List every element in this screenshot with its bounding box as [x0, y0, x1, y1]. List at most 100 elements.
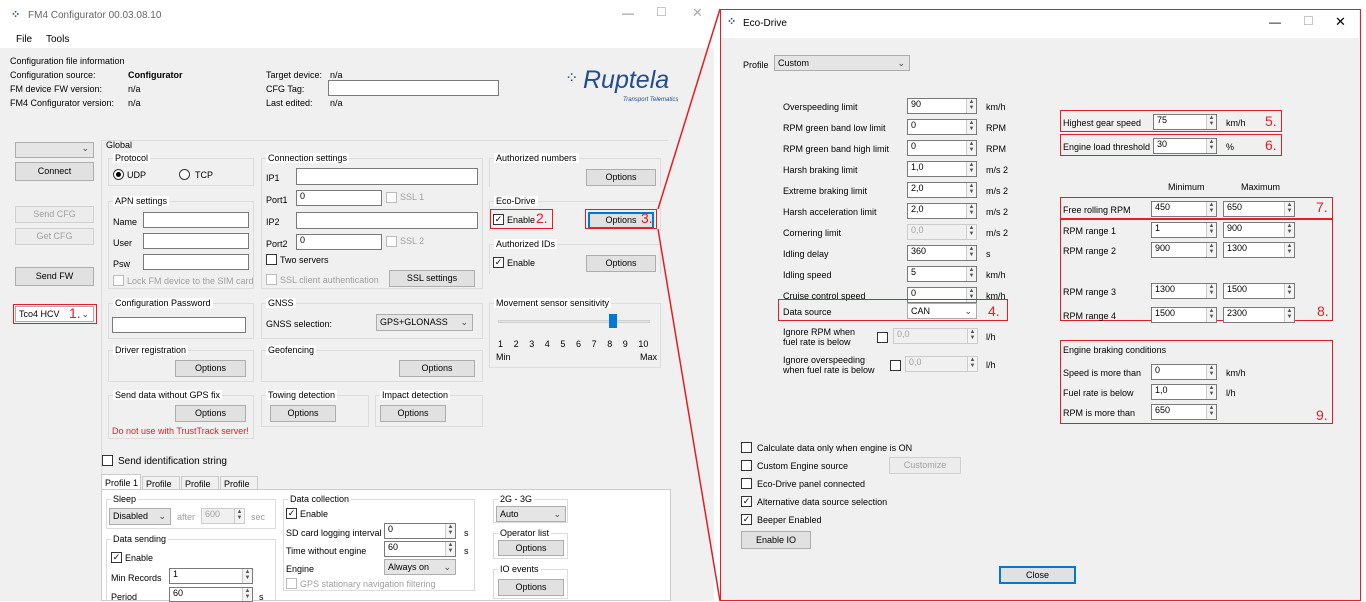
spin-icon[interactable]: ▲ ▼ — [1284, 284, 1294, 298]
rpm-range-2-min-input[interactable]: 900 ▲ ▼ — [1151, 242, 1217, 258]
net-select[interactable]: Auto ⌄ — [496, 506, 566, 522]
spin-icon[interactable]: ▲ ▼ — [1206, 115, 1216, 129]
ssl-auth-checkbox[interactable] — [266, 274, 277, 285]
rpm-range-3-max-input[interactable]: 1500 ▲ ▼ — [1223, 283, 1295, 299]
ssl-settings-button[interactable]: SSL settings — [389, 270, 475, 287]
tab-profile-2[interactable]: Profile 2 — [142, 476, 180, 499]
impact-options-button[interactable]: Options — [380, 405, 446, 422]
send-identification-checkbox[interactable] — [102, 455, 113, 466]
spin-icon[interactable]: ▲ ▼ — [966, 204, 976, 218]
lock-sim-checkbox[interactable] — [113, 275, 124, 286]
beeper-checkbox[interactable]: ✓ — [741, 514, 752, 525]
engine-select[interactable]: Always on ⌄ — [384, 559, 456, 575]
spin-icon[interactable]: ▲ ▼ — [1206, 405, 1216, 419]
tab-profile-3[interactable]: Profile 3 — [181, 476, 219, 499]
config-password-input[interactable] — [112, 317, 246, 333]
sleep-after-input[interactable]: 600 ▲ ▼ — [201, 508, 245, 524]
ip1-input[interactable] — [296, 168, 478, 185]
apn-user-input[interactable] — [143, 233, 249, 249]
data-sending-enable-checkbox[interactable]: ✓ — [111, 552, 122, 563]
highest-gear-input[interactable]: 75 ▲ ▼ — [1153, 114, 1217, 130]
spin-icon[interactable]: ▲ ▼ — [1206, 284, 1216, 298]
authorized-ids-options-button[interactable]: Options — [586, 255, 656, 272]
rpm-range-1-max-input[interactable]: 900 ▲ ▼ — [1223, 222, 1295, 238]
port-select[interactable]: ⌄ — [15, 142, 94, 158]
port1-input[interactable]: 0 — [296, 190, 382, 206]
param-input-0[interactable]: 90 ▲ ▼ — [907, 98, 977, 114]
spin-icon[interactable]: ▲ ▼ — [966, 183, 976, 197]
spin-icon[interactable]: ▲ ▼ — [1206, 223, 1216, 237]
customize-button[interactable]: Customize — [889, 457, 961, 474]
spin-icon[interactable]: ▲ ▼ — [1206, 308, 1216, 322]
menu-tools[interactable]: Tools — [46, 34, 69, 45]
rpm-more-input[interactable]: 650 ▲ ▼ — [1151, 404, 1217, 420]
spin-icon[interactable]: ▲ ▼ — [1284, 223, 1294, 237]
free-rolling-min-input[interactable]: 450 ▲ ▼ — [1151, 201, 1217, 217]
alt-source-checkbox[interactable]: ✓ — [741, 496, 752, 507]
data-collection-enable-checkbox[interactable]: ✓ — [286, 508, 297, 519]
ignore-overspeed-input[interactable]: 0,0 ▲ ▼ — [905, 356, 978, 372]
param-input-1[interactable]: 0 ▲ ▼ — [907, 119, 977, 135]
speed-more-input[interactable]: 0 ▲ ▼ — [1151, 364, 1217, 380]
spin-icon[interactable]: ▲ ▼ — [966, 120, 976, 134]
spin-icon[interactable]: ▲ ▼ — [1284, 202, 1294, 216]
connect-button[interactable]: Connect — [15, 162, 94, 181]
spin-icon[interactable]: ▲ ▼ — [1206, 243, 1216, 257]
spin-icon[interactable]: ▲ ▼ — [1206, 139, 1216, 153]
ignore-rpm-input[interactable]: 0,0 ▲ ▼ — [893, 328, 978, 344]
calc-engine-on-checkbox[interactable] — [741, 442, 752, 453]
io-events-options-button[interactable]: Options — [498, 579, 564, 596]
spin-icon[interactable]: ▲ ▼ — [1284, 308, 1294, 322]
param-input-7[interactable]: 360 ▲ ▼ — [907, 245, 977, 261]
spin-icon[interactable]: ▲ ▼ — [242, 569, 252, 583]
param-input-6[interactable]: 0,0 ▲ ▼ — [907, 224, 977, 240]
enable-io-button[interactable]: Enable IO — [741, 531, 811, 549]
authorized-ids-enable-checkbox[interactable]: ✓ — [493, 257, 504, 268]
rpm-range-3-min-input[interactable]: 1300 ▲ ▼ — [1151, 283, 1217, 299]
spin-icon[interactable]: ▲ ▼ — [966, 246, 976, 260]
spin-icon[interactable]: ▲ ▼ — [966, 267, 976, 281]
min-records-input[interactable]: 1 ▲ ▼ — [169, 568, 253, 584]
send-without-gps-options-button[interactable]: Options — [175, 405, 246, 422]
param-input-4[interactable]: 2,0 ▲ ▼ — [907, 182, 977, 198]
apn-psw-input[interactable] — [143, 254, 249, 270]
spin-icon[interactable]: ▲ ▼ — [1206, 365, 1216, 379]
spin-icon[interactable]: ▲ ▼ — [966, 141, 976, 155]
param-input-5[interactable]: 2,0 ▲ ▼ — [907, 203, 977, 219]
rpm-range-2-max-input[interactable]: 1300 ▲ ▼ — [1223, 242, 1295, 258]
eco-close-button[interactable]: Close — [999, 566, 1076, 584]
gnss-selection-select[interactable]: GPS+GLONASS ⌄ — [376, 314, 473, 331]
towing-options-button[interactable]: Options — [270, 405, 336, 422]
tab-profile-4[interactable]: Profile 4 — [220, 476, 258, 499]
send-cfg-button[interactable]: Send CFG — [15, 206, 94, 223]
eco-maximize-icon[interactable]: ☐ — [1303, 14, 1314, 28]
movement-slider-thumb[interactable] — [609, 314, 617, 328]
operator-list-options-button[interactable]: Options — [498, 540, 564, 556]
param-input-2[interactable]: 0 ▲ ▼ — [907, 140, 977, 156]
apn-name-input[interactable] — [143, 212, 249, 228]
time-without-engine-input[interactable]: 60 ▲ ▼ — [384, 541, 456, 557]
ssl1-checkbox[interactable] — [386, 192, 397, 203]
two-servers-checkbox[interactable] — [266, 254, 277, 265]
get-cfg-button[interactable]: Get CFG — [15, 228, 94, 245]
sleep-mode-select[interactable]: Disabled ⌄ — [109, 508, 171, 525]
eco-close-icon[interactable]: ✕ — [1335, 14, 1346, 30]
port2-input[interactable]: 0 — [296, 234, 382, 250]
eco-panel-checkbox[interactable] — [741, 478, 752, 489]
eco-minimize-icon[interactable]: — — [1269, 15, 1281, 29]
menu-file[interactable]: File — [16, 34, 32, 45]
rpm-range-1-min-input[interactable]: 1 ▲ ▼ — [1151, 222, 1217, 238]
spin-icon[interactable]: ▲ ▼ — [966, 162, 976, 176]
eco-profile-select[interactable]: Custom ⌄ — [774, 55, 910, 71]
cfg-tag-input[interactable] — [328, 80, 499, 96]
param-input-3[interactable]: 1,0 ▲ ▼ — [907, 161, 977, 177]
spin-icon[interactable]: ▲ ▼ — [242, 588, 252, 601]
period-input[interactable]: 60 ▲ ▼ — [169, 587, 253, 602]
udp-radio[interactable] — [113, 169, 124, 180]
spin-icon[interactable]: ▲ ▼ — [1206, 202, 1216, 216]
tab-profile-1[interactable]: Profile 1 — [101, 474, 141, 490]
spin-icon[interactable]: ▲ ▼ — [967, 329, 977, 343]
ignore-overspeed-checkbox[interactable] — [890, 360, 901, 371]
minimize-icon[interactable]: — — [622, 6, 634, 20]
rpm-range-4-max-input[interactable]: 2300 ▲ ▼ — [1223, 307, 1295, 323]
